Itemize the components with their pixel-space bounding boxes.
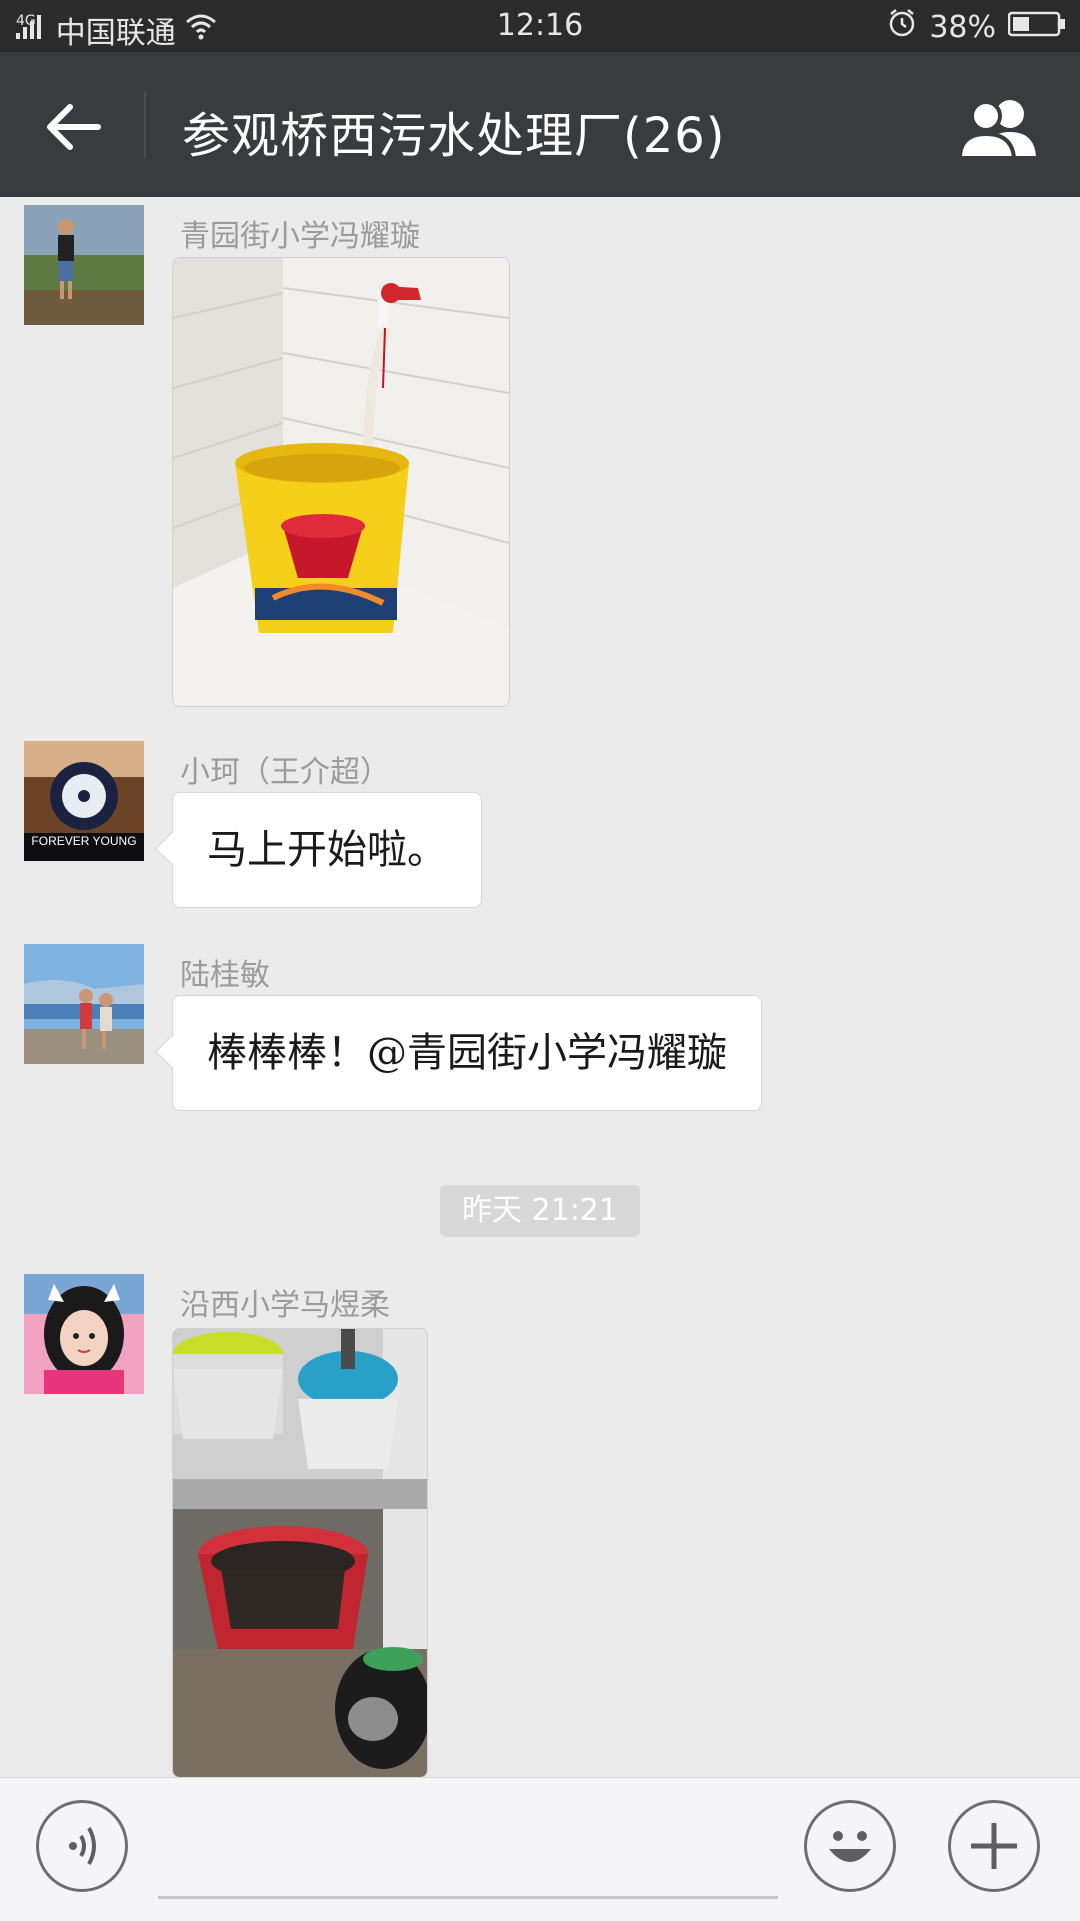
message-input[interactable] bbox=[158, 1896, 778, 1899]
avatar[interactable]: FOREVER YOUNG bbox=[24, 741, 144, 861]
arrow-left-icon bbox=[38, 104, 108, 166]
group-members-icon bbox=[956, 100, 1042, 164]
avatar[interactable] bbox=[24, 205, 144, 325]
voice-icon bbox=[39, 1827, 125, 1893]
text-bubble[interactable]: 棒棒棒！@青园街小学冯耀璇 bbox=[172, 995, 762, 1111]
avatar[interactable] bbox=[24, 1274, 144, 1394]
status-bar: 4G 中国联通 12:16 38% bbox=[0, 0, 1080, 52]
avatar-text: FOREVER YOUNG bbox=[31, 834, 136, 848]
plus-icon bbox=[951, 1823, 1037, 1893]
image-message[interactable] bbox=[172, 257, 510, 707]
time-divider: 昨天 21:21 bbox=[440, 1185, 640, 1237]
sender-name: 小珂（王介超） bbox=[180, 755, 390, 790]
chat-message-list[interactable]: 青园街小学冯耀璇 FOREVER YOUNG 小珂（王介超） 马上开始啦。 陆桂… bbox=[0, 197, 1080, 1778]
header-divider bbox=[144, 92, 146, 158]
emoji-icon bbox=[807, 1831, 893, 1893]
back-button[interactable] bbox=[38, 92, 108, 162]
image-message[interactable] bbox=[172, 1328, 428, 1778]
battery-icon bbox=[1007, 10, 1066, 45]
chat-input-bar bbox=[0, 1777, 1080, 1921]
group-members-button[interactable] bbox=[956, 96, 1042, 160]
sender-name: 青园街小学冯耀璇 bbox=[180, 219, 420, 254]
battery-percent: 38% bbox=[929, 9, 996, 45]
message-text: 棒棒棒！@青园街小学冯耀璇 bbox=[207, 1030, 727, 1076]
emoji-button[interactable] bbox=[804, 1800, 896, 1892]
alarm-icon bbox=[887, 8, 917, 46]
avatar[interactable] bbox=[24, 944, 144, 1064]
sender-name: 沿西小学马煜柔 bbox=[180, 1288, 390, 1323]
text-bubble[interactable]: 马上开始啦。 bbox=[172, 792, 482, 908]
page-title: 参观桥西污水处理厂(26) bbox=[182, 108, 726, 164]
voice-button[interactable] bbox=[36, 1800, 128, 1892]
add-button[interactable] bbox=[948, 1800, 1040, 1892]
status-right: 38% bbox=[887, 8, 1066, 46]
chat-header: 参观桥西污水处理厂(26) bbox=[0, 52, 1080, 197]
sender-name: 陆桂敏 bbox=[180, 958, 270, 993]
